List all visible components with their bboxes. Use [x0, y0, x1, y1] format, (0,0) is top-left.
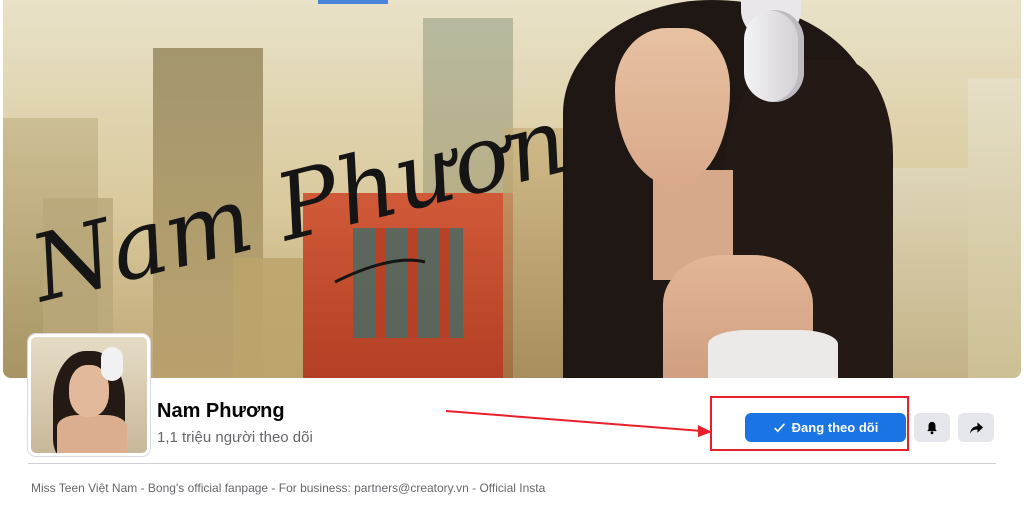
top-accent-bar [318, 0, 388, 4]
bell-icon [927, 421, 937, 434]
avatar-body [57, 415, 127, 453]
checkmark-icon [773, 423, 785, 433]
following-button[interactable]: Đang theo dõi [745, 413, 906, 442]
cover-clothing [708, 330, 838, 378]
avatar-headphone [101, 347, 123, 381]
cover-signature: Nam Phương [19, 92, 575, 302]
cover-photo[interactable]: Nam Phương [3, 0, 1021, 378]
notification-button[interactable] [914, 413, 950, 442]
share-icon [969, 421, 983, 434]
annotation-arrow [445, 410, 712, 437]
page-title[interactable]: Nam Phương [157, 400, 285, 423]
signature-text: Nam Phương [19, 92, 575, 302]
page-intro-text: Miss Teen Việt Nam - Bong's official fan… [31, 481, 546, 495]
cover-building [968, 78, 1021, 378]
signature-flourish [334, 258, 426, 284]
avatar[interactable] [28, 334, 150, 456]
follower-count[interactable]: 1,1 triệu người theo dõi [157, 429, 313, 446]
headphone-icon [744, 10, 804, 102]
section-divider [28, 463, 996, 464]
following-button-label: Đang theo dõi [791, 420, 879, 435]
share-button[interactable] [958, 413, 994, 442]
